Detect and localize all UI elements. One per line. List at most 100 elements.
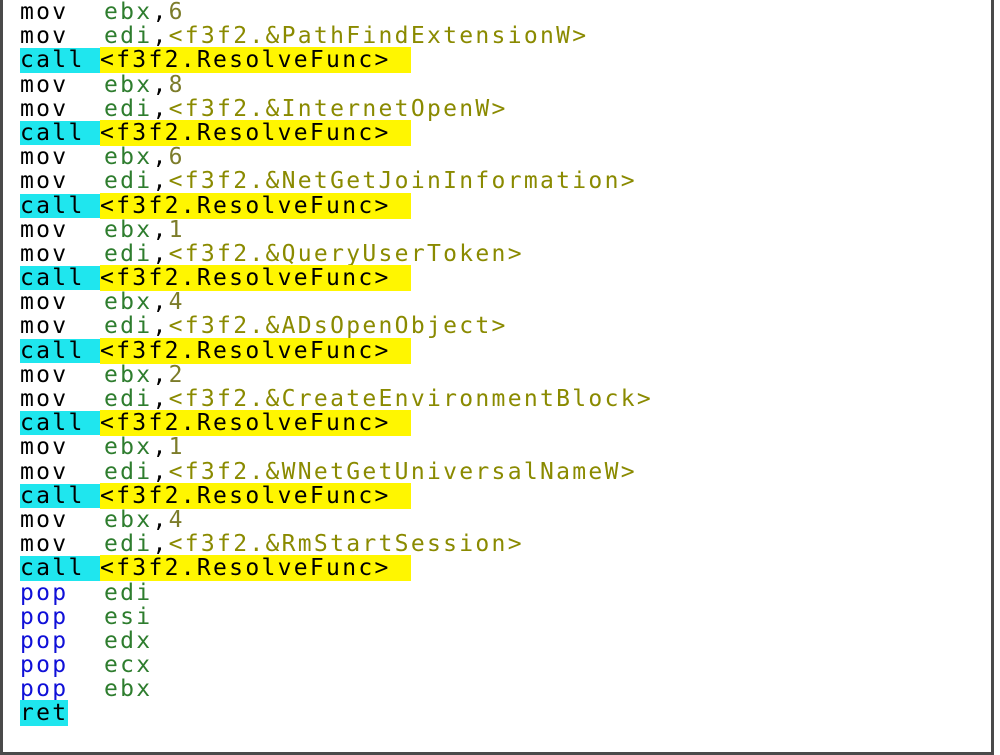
symbol-operand: <f3f2.&WNetGetUniversalNameW>	[168, 458, 637, 485]
operand-separator: ,	[152, 0, 169, 25]
mnemonic-call: call	[20, 121, 100, 146]
instruction-line[interactable]: call <f3f2.ResolveFunc>	[20, 47, 653, 74]
instruction-line[interactable]: call <f3f2.ResolveFunc>	[20, 482, 653, 509]
call-target: <f3f2.ResolveFunc>	[100, 265, 411, 292]
symbol-operand: <f3f2.&PathFindExtensionW>	[168, 23, 589, 50]
mnemonic-mov: mov	[20, 458, 69, 485]
mnemonic-pop: pop	[20, 652, 69, 679]
symbol-operand: <f3f2.&NetGetJoinInformation>	[168, 168, 637, 195]
immediate-operand: 4	[168, 289, 185, 316]
instruction-line[interactable]: mov ebx,6	[20, 145, 653, 169]
disassembly-view: mov ebx,6 mov edi,<f3f2.&PathFindExtensionW…	[0, 0, 994, 755]
operand-separator: ,	[152, 458, 169, 485]
mnemonic-call: call	[20, 411, 100, 436]
register-operand: edx	[104, 627, 153, 654]
operand-separator: ,	[152, 168, 169, 195]
instruction-line[interactable]: mov edi,<f3f2.&NetGetJoinInformation>	[20, 169, 653, 193]
instruction-line[interactable]: mov edi,<f3f2.&WNetGetUniversalNameW>	[20, 458, 653, 485]
register-operand: edi	[104, 23, 153, 50]
instruction-line[interactable]: pop edx	[20, 629, 653, 653]
mnemonic-mov: mov	[20, 361, 69, 388]
instruction-line[interactable]: mov ebx,1	[20, 216, 653, 243]
immediate-operand: 1	[168, 434, 185, 461]
mnemonic-mov: mov	[20, 216, 69, 243]
immediate-operand: 1	[168, 216, 185, 243]
register-operand: ebx	[104, 71, 153, 98]
call-target: <f3f2.ResolveFunc>	[100, 192, 411, 219]
instruction-line[interactable]: mov ebx,4	[20, 508, 653, 532]
register-operand: edi	[104, 531, 153, 558]
operand-separator: ,	[152, 71, 169, 98]
immediate-operand: 6	[168, 144, 185, 171]
mnemonic-pop: pop	[20, 603, 69, 630]
register-operand: edi	[104, 579, 153, 606]
operand-separator: ,	[152, 506, 169, 533]
mnemonic-call: call	[20, 484, 100, 508]
instruction-line[interactable]: call <f3f2.ResolveFunc>	[20, 119, 653, 146]
instruction-line[interactable]: mov edi,<f3f2.&CreateEnvironmentBlock>	[20, 387, 653, 411]
register-operand: edi	[104, 95, 153, 122]
register-operand: edi	[104, 240, 153, 267]
call-target: <f3f2.ResolveFunc>	[100, 337, 411, 364]
mnemonic-mov: mov	[20, 0, 69, 25]
instruction-line[interactable]: mov edi,<f3f2.&ADsOpenObject>	[20, 314, 653, 338]
mnemonic-mov: mov	[20, 23, 69, 50]
instruction-line[interactable]: pop ecx	[20, 653, 653, 677]
call-target: <f3f2.ResolveFunc>	[100, 410, 411, 437]
register-operand: esi	[104, 603, 153, 630]
instruction-line[interactable]: call <f3f2.ResolveFunc>	[20, 265, 653, 292]
instruction-line[interactable]: mov edi,<f3f2.&PathFindExtensionW>	[20, 24, 653, 48]
instruction-line[interactable]: call <f3f2.ResolveFunc>	[20, 410, 653, 437]
register-operand: edi	[104, 313, 153, 340]
immediate-operand: 2	[168, 361, 185, 388]
instruction-line[interactable]: mov edi,<f3f2.&RmStartSession>	[20, 532, 653, 556]
operand-separator: ,	[152, 386, 169, 412]
instruction-line[interactable]: mov ebx,2	[20, 363, 653, 387]
instruction-line[interactable]: pop esi	[20, 603, 653, 630]
call-target: <f3f2.ResolveFunc>	[100, 47, 411, 74]
operand-separator: ,	[152, 95, 169, 122]
instruction-line[interactable]: mov edi,<f3f2.&InternetOpenW>	[20, 97, 653, 121]
instruction-line[interactable]: call <f3f2.ResolveFunc>	[20, 337, 653, 364]
operand-separator: ,	[152, 144, 169, 171]
call-target: <f3f2.ResolveFunc>	[100, 119, 411, 146]
immediate-operand: 6	[168, 0, 185, 25]
register-operand: ebx	[104, 0, 153, 25]
mnemonic-mov: mov	[20, 289, 69, 316]
mnemonic-mov: mov	[20, 71, 69, 98]
instruction-line[interactable]: call <f3f2.ResolveFunc>	[20, 192, 653, 219]
mnemonic-mov: mov	[20, 386, 69, 412]
immediate-operand: 4	[168, 506, 185, 533]
mnemonic-call: call	[20, 266, 100, 291]
mnemonic-mov: mov	[20, 240, 69, 267]
register-operand: ebx	[104, 289, 153, 316]
mnemonic-call: call	[20, 193, 100, 218]
instruction-line[interactable]: mov ebx,4	[20, 290, 653, 314]
operand-separator: ,	[152, 23, 169, 50]
mnemonic-pop: pop	[20, 676, 69, 703]
symbol-operand: <f3f2.&ADsOpenObject>	[168, 313, 508, 340]
mnemonic-mov: mov	[20, 144, 69, 171]
instruction-line[interactable]: mov ebx,6	[20, 0, 653, 24]
operand-separator: ,	[152, 240, 169, 267]
mnemonic-call: call	[20, 556, 100, 581]
instruction-line[interactable]: pop edi	[20, 579, 653, 606]
instruction-line[interactable]: call <f3f2.ResolveFunc>	[20, 555, 653, 582]
instruction-line[interactable]: mov ebx,1	[20, 435, 653, 459]
immediate-operand: 8	[168, 71, 185, 98]
register-operand: ebx	[104, 506, 153, 533]
mnemonic-pop: pop	[20, 579, 69, 606]
register-operand: edi	[104, 168, 153, 195]
register-operand: ecx	[104, 652, 153, 679]
mnemonic-mov: mov	[20, 313, 69, 340]
symbol-operand: <f3f2.&QueryUserToken>	[168, 240, 524, 267]
mnemonic-mov: mov	[20, 434, 69, 461]
mnemonic-ret: ret	[20, 700, 69, 727]
instruction-line[interactable]: mov ebx,8	[20, 71, 653, 98]
call-target: <f3f2.ResolveFunc>	[100, 482, 411, 509]
mnemonic-mov: mov	[20, 531, 69, 558]
instruction-line[interactable]: mov edi,<f3f2.&QueryUserToken>	[20, 242, 653, 266]
operand-separator: ,	[152, 531, 169, 558]
operand-separator: ,	[152, 216, 169, 243]
instruction-line[interactable]: pop ebx	[20, 677, 653, 701]
